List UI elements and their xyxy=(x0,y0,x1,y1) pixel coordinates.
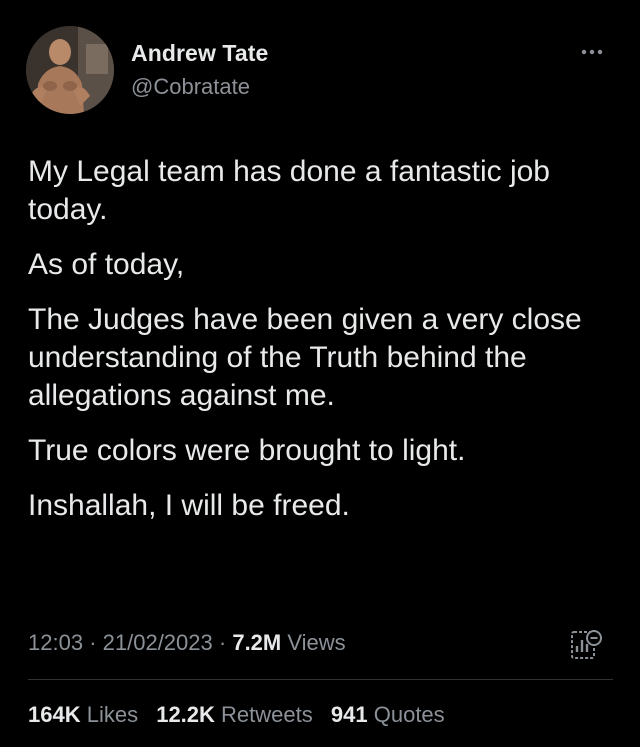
likes-stat[interactable]: 164K Likes xyxy=(28,702,144,727)
tweet-paragraph: As of today, xyxy=(28,248,185,281)
author-name[interactable]: Andrew Tate xyxy=(131,40,268,67)
author-handle[interactable]: @Cobratate xyxy=(131,74,250,100)
analytics-icon[interactable] xyxy=(569,628,603,662)
engagement-stats: 164K Likes 12.2K Retweets 941 Quotes xyxy=(28,702,457,728)
quotes-count: 941 xyxy=(330,702,368,727)
tweet-paragraph: True colors were brought to light. xyxy=(28,434,466,467)
more-options-icon[interactable] xyxy=(577,42,607,62)
tweet-paragraph: The Judges have been given a very close … xyxy=(28,303,582,412)
avatar-image xyxy=(26,26,114,114)
tweet-paragraph: Inshallah, I will be freed. xyxy=(28,489,350,522)
retweets-label: Retweets xyxy=(221,702,313,727)
retweets-count: 12.2K xyxy=(156,702,215,727)
tweet-text: My Legal team has done a fantastic job t… xyxy=(28,153,618,542)
likes-count: 164K xyxy=(28,702,81,727)
meta-separator: · xyxy=(218,630,227,655)
tweet-time[interactable]: 12:03 xyxy=(28,630,83,655)
retweets-stat[interactable]: 12.2K Retweets xyxy=(156,702,319,727)
tweet-paragraph: My Legal team has done a fantastic job t… xyxy=(28,155,550,226)
views-label: Views xyxy=(287,630,346,655)
avatar[interactable] xyxy=(26,26,114,114)
quotes-stat[interactable]: 941 Quotes xyxy=(331,702,445,727)
tweet-card: Andrew Tate @Cobratate My Legal team has… xyxy=(0,0,640,747)
tweet-meta: 12:03 · 21/02/2023 · 7.2M Views xyxy=(28,630,346,656)
meta-separator: · xyxy=(89,630,97,655)
tweet-date[interactable]: 21/02/2023 xyxy=(103,630,213,655)
likes-label: Likes xyxy=(86,702,139,727)
divider xyxy=(28,679,613,680)
views-count: 7.2M xyxy=(232,630,282,655)
quotes-label: Quotes xyxy=(373,702,445,727)
